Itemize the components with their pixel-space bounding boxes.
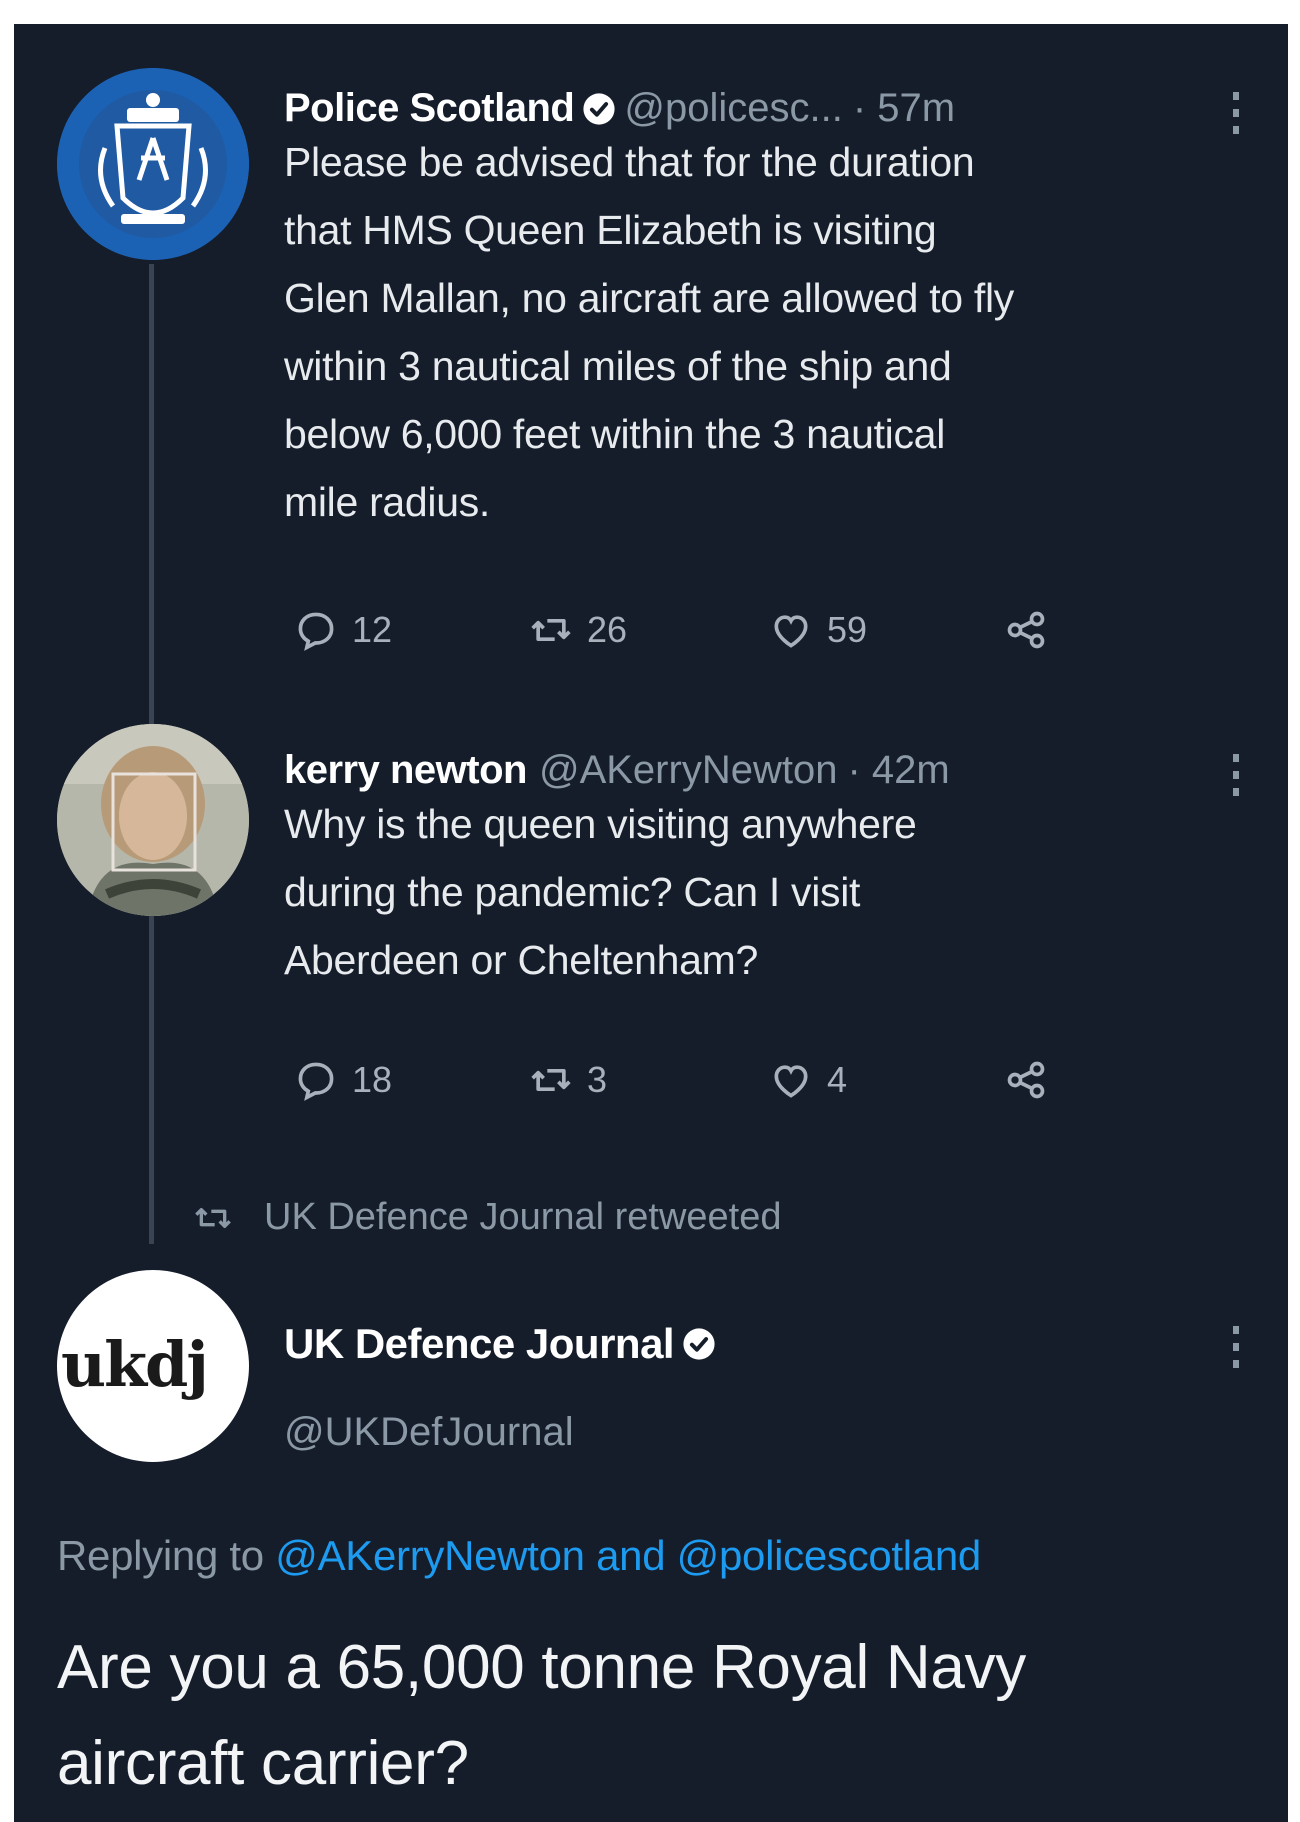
- replying-to-line: Replying to @AKerryNewton and @policesco…: [57, 1532, 981, 1580]
- kerry-tweet-header: kerry newton @AKerryNewton · 42m: [284, 748, 950, 793]
- author-name[interactable]: UK Defence Journal: [284, 1320, 675, 1368]
- tweet-text-line: during the pandemic? Can I visit: [284, 869, 861, 915]
- kerry-tweet-actions: 18 3 4: [294, 1058, 1062, 1102]
- like-count: 4: [827, 1059, 848, 1100]
- share-button[interactable]: [1004, 1058, 1062, 1102]
- reply-button[interactable]: 12: [294, 608, 529, 652]
- replying-user-link[interactable]: @AKerryNewton: [275, 1532, 585, 1579]
- like-button[interactable]: 59: [769, 608, 1004, 652]
- kerry-tweet-text: Why is the queen visiting anywhere durin…: [284, 790, 1269, 994]
- share-button[interactable]: [1004, 608, 1062, 652]
- police-tweet-text: Please be advised that for the duration …: [284, 128, 1269, 536]
- verified-badge-icon: [583, 92, 615, 125]
- tweet-text-line: Are you a 65,000 tonne Royal Navy: [57, 1633, 1026, 1702]
- tweet-text-line: Why is the queen visiting anywhere: [284, 801, 917, 847]
- like-icon: [774, 1065, 808, 1098]
- retweet-icon: [531, 1069, 571, 1091]
- ukdj-avatar[interactable]: ukdj: [57, 1270, 249, 1462]
- tweet-text-line: aircraft carrier?: [57, 1729, 469, 1798]
- like-icon: [774, 615, 808, 648]
- police-scotland-avatar[interactable]: [57, 68, 249, 260]
- more-options-icon[interactable]: [1226, 1324, 1246, 1370]
- ukdj-handle-row: @UKDefJournal: [284, 1410, 574, 1455]
- tweet-text-line: Glen Mallan, no aircraft are allowed to …: [284, 275, 1015, 321]
- replying-prefix: Replying to: [57, 1532, 264, 1579]
- reply-count: 12: [352, 609, 393, 650]
- author-handle[interactable]: @UKDefJournal: [284, 1410, 574, 1455]
- retweet-icon: [195, 1207, 231, 1228]
- twitter-screen: Police Scotland @policesc... · 57m Pleas…: [14, 24, 1288, 1822]
- author-handle[interactable]: @AKerryNewton: [539, 748, 837, 793]
- like-count: 59: [827, 609, 868, 650]
- police-tweet-header: Police Scotland @policesc... · 57m: [284, 86, 955, 131]
- tweet-text-line: within 3 nautical miles of the ship and: [284, 343, 952, 389]
- kerry-newton-avatar[interactable]: [57, 724, 249, 916]
- replying-user-link[interactable]: @policescotland: [677, 1532, 982, 1579]
- author-name[interactable]: Police Scotland: [284, 86, 575, 131]
- share-icon: [1007, 1061, 1045, 1099]
- reply-icon: [298, 612, 334, 651]
- profile-photo: [57, 724, 249, 916]
- tweet-text-line: Aberdeen or Cheltenham?: [284, 937, 759, 983]
- like-button[interactable]: 4: [769, 1058, 1004, 1102]
- ukdj-tweet-header: UK Defence Journal: [284, 1320, 724, 1368]
- author-handle[interactable]: @policesc...: [624, 86, 842, 131]
- tweet-time: · 42m: [847, 748, 950, 792]
- retweet-button[interactable]: 26: [529, 608, 769, 652]
- tweet-text-line: Please be advised that for the duration: [284, 139, 975, 185]
- main-tweet-text: Are you a 65,000 tonne Royal Navy aircra…: [57, 1620, 1277, 1812]
- tweet-time: · 57m: [852, 86, 956, 130]
- retweet-button[interactable]: 3: [529, 1058, 769, 1102]
- reply-count: 18: [352, 1059, 393, 1100]
- ukdj-logo-text: ukdj: [61, 1328, 209, 1401]
- police-tweet-actions: 12 26 59: [294, 608, 1062, 652]
- retweet-count: 3: [587, 1059, 608, 1100]
- tweet-text-line: mile radius.: [284, 479, 491, 525]
- tweet-text-line: that HMS Queen Elizabeth is visiting: [284, 207, 937, 253]
- reply-button[interactable]: 18: [294, 1058, 529, 1102]
- retweet-icon: [531, 619, 571, 641]
- replying-and: and: [596, 1532, 666, 1579]
- retweet-count: 26: [587, 609, 628, 650]
- retweet-notice-text[interactable]: UK Defence Journal retweeted: [264, 1196, 782, 1239]
- tweet-text-line: below 6,000 feet within the 3 nautical: [284, 411, 945, 457]
- retweet-notice: UK Defence Journal retweeted: [192, 1196, 782, 1239]
- share-icon: [1007, 611, 1045, 649]
- police-crest-icon: [57, 68, 249, 260]
- author-name[interactable]: kerry newton: [284, 748, 527, 793]
- verified-badge-icon: [683, 1328, 715, 1360]
- reply-icon: [298, 1062, 334, 1101]
